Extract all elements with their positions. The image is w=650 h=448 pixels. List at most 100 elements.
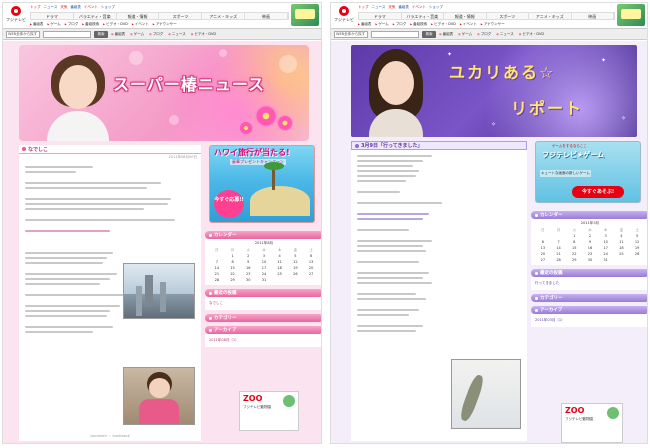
nav-tab[interactable]: アニメ・キッズ (202, 13, 246, 19)
archive-link[interactable]: 2011年08月（1） (209, 336, 319, 345)
nav-tab[interactable]: 報道・情報 (444, 13, 487, 19)
nav-tab[interactable]: アニメ・キッズ (529, 13, 572, 19)
eye-mark-icon (11, 6, 21, 16)
sub-link[interactable]: アナウンサー (153, 22, 177, 27)
quick-link[interactable]: ブログ (149, 32, 164, 37)
post-title[interactable]: なでしこ (28, 146, 48, 153)
blog-title-line2: リポート (511, 99, 584, 118)
top-link[interactable]: 天気 (388, 5, 395, 10)
top-link[interactable]: ショップ (429, 5, 443, 10)
nav-tab[interactable]: スポーツ (487, 13, 529, 19)
top-link[interactable]: ニュース (372, 5, 386, 10)
search-bar: WEB全体から探す 検索 番組表 ゲーム ブログ ニュース ビデオ・DVD (3, 29, 321, 40)
fujitv-logo[interactable]: フジテレビ (5, 6, 27, 26)
sub-link[interactable]: ブログ (65, 22, 79, 27)
post-column: 3月9日「行ってきました」 (351, 141, 527, 441)
quick-link[interactable]: 番組表 (439, 32, 454, 37)
post-date: 2011年08月00日 (168, 155, 197, 159)
top-links: トップ ニュース 天気 番組表 イベント ショップ (358, 4, 615, 11)
search-button[interactable]: 検索 (422, 30, 436, 38)
nav-tab[interactable]: スポーツ (159, 13, 203, 19)
sub-link[interactable]: 番組検索 (410, 22, 427, 27)
post-title[interactable]: 3月9日「行ってきました」 (361, 142, 423, 149)
top-link[interactable]: 番組表 (70, 5, 81, 10)
nav-tab[interactable]: 映画 (572, 13, 614, 19)
blog-header-banner[interactable]: ✦ ✦ ✧ ✧ ユカリある☆ リポート (351, 45, 637, 137)
search-bar: WEB全体から探す 検索 番組表 ゲーム ブログ ニュース ビデオ・DVD (331, 29, 647, 40)
sub-link[interactable]: ビデオ・DVD (103, 22, 128, 27)
calendar-grid: 日月火水木金土 12345 6 7 8 9 10 11 12 13 14 15 16 17 18 19 … (540, 227, 640, 263)
sub-link[interactable]: アナウンサー (481, 22, 505, 27)
sub-link[interactable]: 番組検索 (82, 22, 99, 27)
game-promo-banner[interactable]: ゲームをするならここ フジテレビ★ゲーム キュートな画面の新しいゲーム 今すぐあ… (535, 141, 641, 203)
animal-icon (607, 407, 619, 419)
search-input[interactable] (371, 30, 419, 38)
category-heading: カテゴリー (214, 316, 237, 321)
post-photo-city[interactable] (123, 263, 195, 319)
fujitv-logo[interactable]: フジテレビ (333, 6, 355, 26)
sub-link[interactable]: イベント (132, 22, 149, 27)
quick-link[interactable]: ニュース (168, 32, 186, 37)
blog-area: ✦ ✦ ✧ ✧ ユカリある☆ リポート 3月9日「行ってきました」 ゲームをする… (331, 41, 647, 443)
genre-nav: ドラマ バラエティ・音楽 報道・情報 スポーツ アニメ・キッズ 映画 (358, 12, 615, 20)
recent-post-link[interactable]: なでしこ (209, 299, 319, 308)
sidebar: ハワイ旅行が当たる! 豪華プレゼントキャンペーン 今すぐ応募!! カレンダー 2… (205, 145, 321, 431)
genre-nav: ドラマ バラエティ・音楽 報道・情報 スポーツ アニメ・キッズ 映画 (30, 12, 289, 20)
top-link[interactable]: ショップ (101, 5, 115, 10)
promo-play-button[interactable]: 今すぐあそぶ! (572, 186, 624, 198)
nav-tab[interactable]: 映画 (245, 13, 288, 19)
promo-desc: キュートな画面の新しいゲーム (540, 170, 591, 177)
quick-link[interactable]: ゲーム (458, 32, 472, 37)
quick-link[interactable]: 番組表 (111, 32, 126, 37)
bullet-icon (22, 147, 26, 151)
calendar-heading: カレンダー (540, 213, 563, 218)
blog-header-banner[interactable]: スーパー椿ニュース (19, 45, 309, 141)
recent-posts-widget: 最近の投稿 行ってきました (531, 269, 647, 290)
sub-link[interactable]: ゲーム (47, 22, 60, 27)
top-link[interactable]: ニュース (44, 5, 58, 10)
header-ad-banner[interactable] (617, 4, 645, 26)
archive-link[interactable]: 2011年03月（1） (535, 316, 645, 325)
post-photo-lizard[interactable] (451, 359, 521, 429)
post-photo-person[interactable] (123, 367, 195, 425)
zoo-banner[interactable]: ZOO フジテレビ動物園 (239, 391, 299, 431)
sub-link[interactable]: ビデオ・DVD (431, 22, 456, 27)
hawaii-promo-banner[interactable]: ハワイ旅行が当たる! 豪華プレゼントキャンペーン 今すぐ応募!! (209, 145, 315, 223)
blog-page-right: フジテレビ トップ ニュース 天気 番組表 イベント ショップ ドラマ バラエテ… (330, 2, 648, 444)
search-scope-select[interactable]: WEB全体から探す (6, 30, 40, 38)
recent-post-link[interactable]: 行ってきました (535, 279, 645, 288)
top-link[interactable]: イベント (84, 5, 98, 10)
quick-links: 番組表 ゲーム ブログ ニュース ビデオ・DVD (439, 32, 544, 37)
sub-link[interactable]: イベント (460, 22, 477, 27)
sub-link[interactable]: 番組表 (358, 22, 372, 27)
nav-tab[interactable]: バラエティ・音楽 (402, 13, 444, 19)
category-widget: カテゴリー (531, 294, 647, 302)
header-ad-banner[interactable] (291, 4, 319, 26)
top-link[interactable]: 天気 (60, 5, 67, 10)
nav-tab[interactable]: 報道・情報 (117, 13, 160, 19)
nav-tab[interactable]: バラエティ・音楽 (74, 13, 117, 19)
calendar-heading: カレンダー (214, 233, 237, 238)
quick-link[interactable]: ビデオ・DVD (519, 32, 544, 37)
search-button[interactable]: 検索 (94, 30, 108, 38)
quick-link[interactable]: ビデオ・DVD (191, 32, 216, 37)
nav-tab[interactable]: ドラマ (31, 13, 74, 19)
sub-link[interactable]: ゲーム (375, 22, 388, 27)
quick-link[interactable]: ブログ (477, 32, 492, 37)
quick-link[interactable]: ゲーム (130, 32, 144, 37)
quick-links: 番組表 ゲーム ブログ ニュース ビデオ・DVD (111, 32, 216, 37)
sub-link[interactable]: 番組表 (30, 22, 44, 27)
sidebar: ゲームをするならここ フジテレビ★ゲーム キュートな画面の新しいゲーム 今すぐあ… (531, 141, 647, 443)
zoo-banner[interactable]: ZOO フジテレビ動物園 (561, 403, 623, 443)
promo-apply-button[interactable]: 今すぐ応募!! (214, 190, 244, 218)
search-input[interactable] (43, 30, 91, 38)
nav-tab[interactable]: ドラマ (359, 13, 402, 19)
top-link[interactable]: 番組表 (398, 5, 409, 10)
search-scope-select[interactable]: WEB全体から探す (334, 30, 368, 38)
sub-link[interactable]: ブログ (393, 22, 407, 27)
top-link[interactable]: トップ (358, 5, 369, 10)
top-link[interactable]: トップ (30, 5, 41, 10)
quick-link[interactable]: ニュース (496, 32, 514, 37)
top-link[interactable]: イベント (412, 5, 426, 10)
archive-widget: アーカイブ 2011年03月（1） (531, 306, 647, 327)
